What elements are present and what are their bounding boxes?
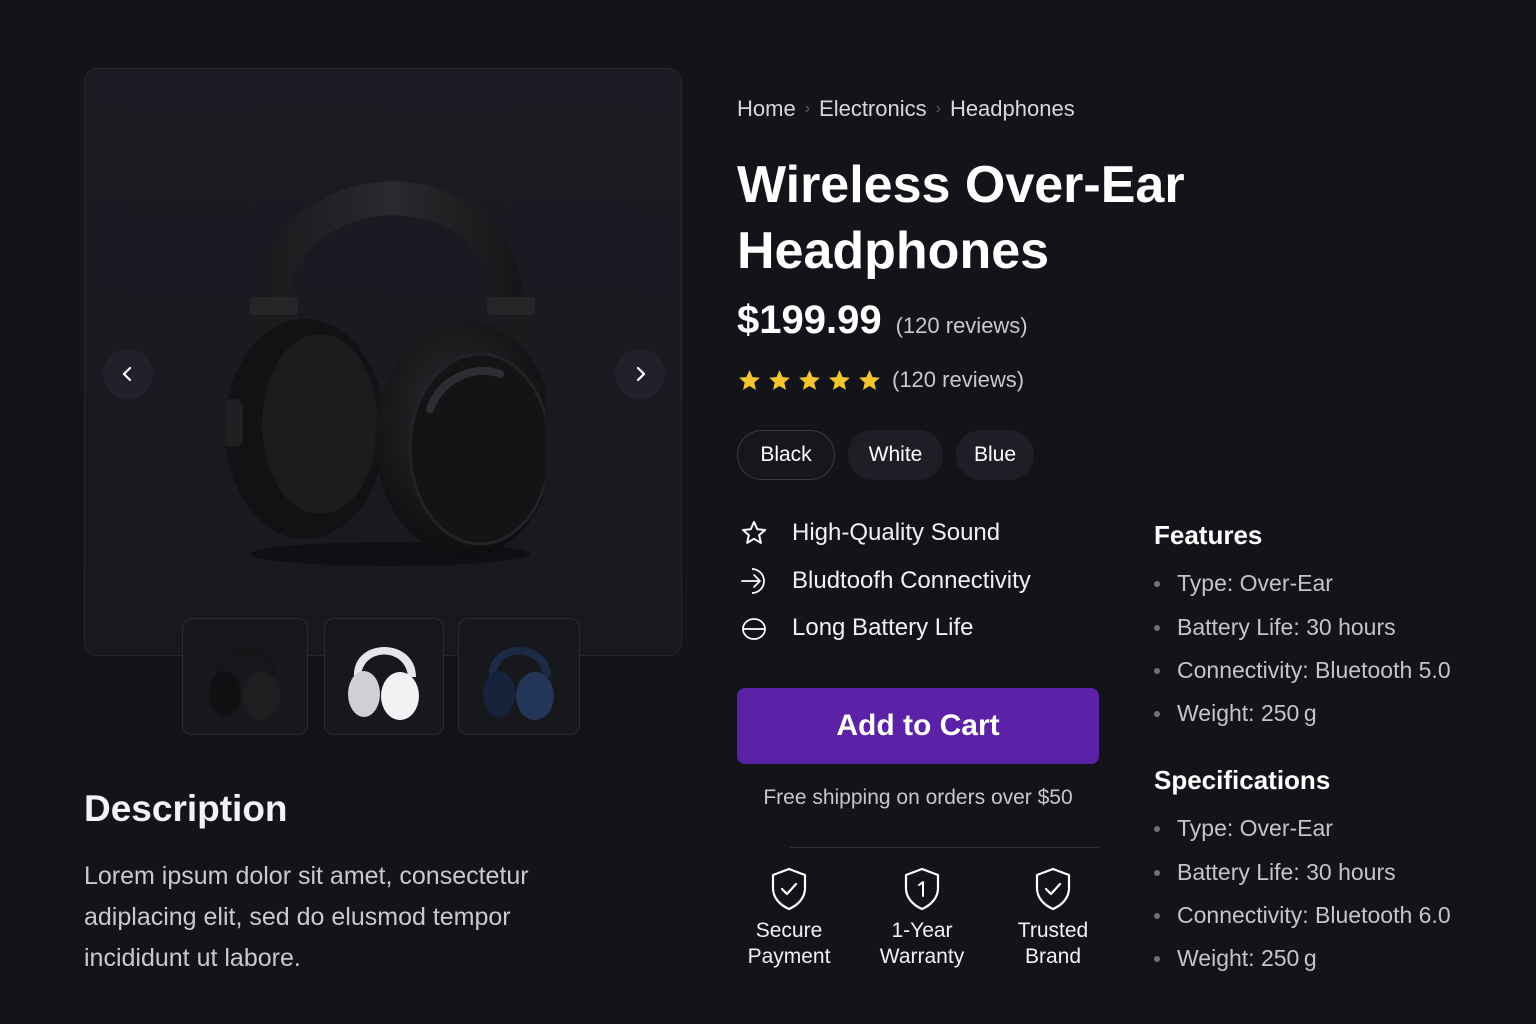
spec-text: Connectivity: Bluetooth 6.0 <box>1177 902 1451 928</box>
breadcrumb-headphones[interactable]: Headphones <box>950 96 1075 122</box>
list-item: Connectivity: Bluetooth 5.0 <box>1154 657 1451 684</box>
list-item: Weight: 250 g <box>1154 945 1317 972</box>
highlight-label: Long Battery Life <box>792 614 974 641</box>
highlight-item: Long Battery Life <box>737 611 973 645</box>
spec-text: Type: Over-Ear <box>1177 815 1333 841</box>
highlight-label: Bludtoofh Connectivity <box>792 567 1031 594</box>
breadcrumb-electronics[interactable]: Electronics <box>819 96 927 122</box>
color-option-black[interactable]: Black <box>737 430 835 480</box>
breadcrumb-home[interactable]: Home <box>737 96 796 122</box>
badge-secure-payment: Secure Payment <box>734 866 844 970</box>
highlight-item: High-Quality Sound <box>737 516 1000 550</box>
product-price: $199.99 <box>737 298 882 342</box>
breadcrumb: Home › Electronics › Headphones <box>737 96 1075 122</box>
star-icon <box>769 369 790 390</box>
product-page: Description Lorem ipsum dolor sit amet, … <box>0 0 1536 1024</box>
features-title: Features <box>1154 520 1263 550</box>
headphones-image <box>225 181 545 566</box>
product-gallery <box>84 68 682 656</box>
chevron-left-icon <box>122 366 132 382</box>
add-to-cart-button[interactable]: Add to Cart <box>737 688 1099 764</box>
thumbnail-strip <box>182 618 582 736</box>
shield-check-icon <box>1035 867 1071 911</box>
list-item: Battery Life: 30 hours <box>1154 614 1396 641</box>
badge-label-line2: Brand <box>1024 945 1082 968</box>
list-item: Battery Life: 30 hours <box>1154 859 1396 886</box>
list-item: Connectivity: Bluetooth 6.0 <box>1154 902 1451 929</box>
star-icon <box>829 369 850 390</box>
shield-check-icon <box>771 867 807 911</box>
badge-trusted-brand: Trusted Brand <box>998 866 1108 970</box>
price-row: $199.99 (120 reviews) <box>737 298 1028 343</box>
chevron-right-icon <box>636 366 646 382</box>
star-outline-icon <box>737 516 771 550</box>
feature-text: Battery Life: 30 hours <box>1177 614 1396 640</box>
list-item: Type: Over-Ear <box>1154 570 1333 597</box>
thumbnail-black[interactable] <box>182 618 308 735</box>
thumbnail-white[interactable] <box>324 618 444 735</box>
chevron-right-icon: › <box>804 100 811 117</box>
product-title: Wireless Over-Ear Headphones <box>737 156 1185 280</box>
badge-label-line1: Trusted <box>1017 919 1089 942</box>
divider <box>790 847 1099 848</box>
badge-label-line1: Secure <box>755 919 823 942</box>
feature-text: Connectivity: Bluetooth 5.0 <box>1177 657 1451 683</box>
headphones-thumbnail-blue <box>483 646 554 720</box>
star-icon <box>859 369 880 390</box>
thumbnail-blue[interactable] <box>458 618 580 735</box>
list-item: Type: Over-Ear <box>1154 815 1333 842</box>
headphones-thumbnail-black <box>209 646 280 720</box>
spec-text: Battery Life: 30 hours <box>1177 859 1396 885</box>
bluetooth-arrow-icon <box>737 564 771 598</box>
price-review-count: (120 reviews) <box>895 313 1028 338</box>
highlight-label: High-Quality Sound <box>792 519 1001 546</box>
badge-label-line2: Warranty <box>879 945 965 968</box>
badge-label-line2: Payment <box>747 945 831 968</box>
chevron-right-icon: › <box>935 100 941 117</box>
feature-text: Weight: 250 g <box>1177 700 1317 726</box>
headphones-thumbnail-white <box>348 646 419 720</box>
prev-image-button[interactable] <box>103 349 153 399</box>
description-text: Lorem ipsum dolor sit amet, consectetur … <box>84 862 529 972</box>
badge-warranty: 1-Year Warranty <box>867 866 977 970</box>
specifications-title: Specifications <box>1154 765 1331 795</box>
rating-review-count: (120 reviews) <box>892 367 1025 392</box>
next-image-button[interactable] <box>615 349 665 399</box>
description-title: Description <box>84 788 288 829</box>
battery-icon <box>737 611 771 645</box>
badge-label-line1: 1-Year <box>891 919 953 942</box>
list-item: Weight: 250 g <box>1154 700 1317 727</box>
feature-text: Type: Over-Ear <box>1177 570 1333 596</box>
rating-row: (120 reviews) <box>737 367 1024 393</box>
spec-text: Weight: 250 g <box>1177 945 1317 971</box>
highlight-item: Bludtoofh Connectivity <box>737 564 1031 598</box>
star-icon <box>739 369 760 390</box>
color-option-blue[interactable]: Blue <box>956 430 1034 480</box>
color-option-white[interactable]: White <box>848 430 943 480</box>
star-icon <box>799 369 820 390</box>
shipping-note: Free shipping on orders over $50 <box>763 786 1073 809</box>
shield-one-icon <box>904 867 940 911</box>
